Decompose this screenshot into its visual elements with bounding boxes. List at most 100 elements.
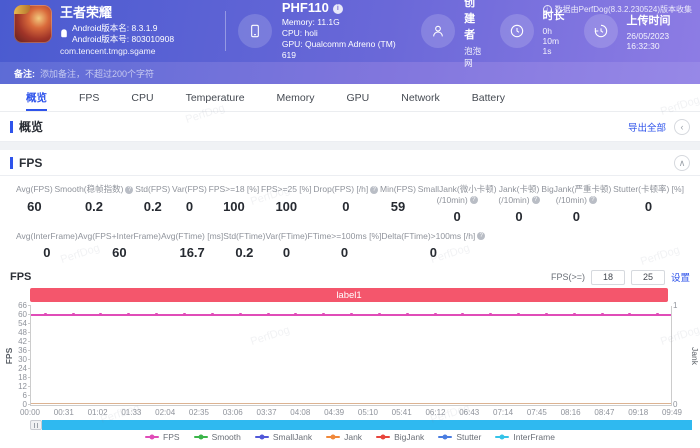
scrollbar-track[interactable] xyxy=(42,420,692,431)
x-tick: 00:00 xyxy=(19,408,41,418)
info-icon: i xyxy=(542,5,552,14)
stat-value: 0.2 xyxy=(84,199,104,214)
fps-threshold-inputs xyxy=(590,269,665,285)
stat-info-icon[interactable]: ? xyxy=(477,231,486,240)
y-tick: 54 xyxy=(3,319,31,328)
x-tick: 05:41 xyxy=(391,408,412,418)
y-tick: 48 xyxy=(3,328,31,337)
tab-CPU[interactable]: CPU xyxy=(115,84,169,111)
chart-annotation-band[interactable]: label1 xyxy=(30,288,668,303)
legend-item-InterFrame[interactable]: InterFrame xyxy=(495,432,555,442)
legend-item-Stutter[interactable]: Stutter xyxy=(438,432,481,442)
overview-title: 概览 xyxy=(19,120,44,134)
tab-Battery[interactable]: Battery xyxy=(456,84,521,111)
device-model: PHF110 xyxy=(281,0,329,16)
stat-Avg(FPS): Avg(FPS) 60 xyxy=(16,184,53,214)
creator-card: 创建者 泡泡网 xyxy=(421,0,485,69)
stat-FPS>=18 [%]: FPS>=18 [%] 100 xyxy=(208,184,260,214)
device-info-icon[interactable]: i xyxy=(332,3,343,14)
fps-stats-row-2: Avg(InterFrame) 0 Avg(FPS+InterFrame) 60 Avg… xyxy=(0,228,486,264)
scrollbar-handle[interactable] xyxy=(30,420,42,431)
game-app-icon xyxy=(14,4,52,43)
stat-Avg(InterFrame): Avg(InterFrame) 0 xyxy=(16,230,78,261)
x-tick: 09:18 xyxy=(628,408,649,418)
legend-item-Jank[interactable]: Jank xyxy=(326,432,362,442)
legend-marker xyxy=(193,434,208,440)
tab-Network[interactable]: Network xyxy=(385,84,456,111)
export-all-link[interactable]: 导出全部 xyxy=(628,120,666,134)
stat-value: 0 xyxy=(342,199,350,214)
x-tick: 00:31 xyxy=(53,408,74,418)
fps-threshold-label: FPS(>=) xyxy=(550,272,585,283)
stat-value: 0 xyxy=(515,209,523,225)
threshold-apply-link[interactable]: 设置 xyxy=(671,270,690,284)
tab-GPU[interactable]: GPU xyxy=(330,84,385,111)
device-gpu: GPU: Qualcomm Adreno (TM) 619 xyxy=(281,39,396,61)
legend-marker xyxy=(376,434,391,440)
annotation-band-label: label1 xyxy=(336,289,362,301)
stat-value: 0 xyxy=(429,245,437,261)
legend-item-Smooth[interactable]: Smooth xyxy=(193,432,241,442)
panel-collapse-left-button[interactable]: ‹ xyxy=(674,118,690,135)
legend-item-FPS[interactable]: FPS xyxy=(145,432,180,442)
x-tick: 04:39 xyxy=(324,408,345,418)
tab-概览[interactable]: 概览 xyxy=(10,84,63,111)
stat-Delta(FTime)>100ms [/h]: Delta(FTime)>100ms [/h]? 0 xyxy=(381,230,486,261)
stat-info-icon[interactable]: ? xyxy=(531,195,540,204)
app-package: com.tencent.tmgp.sgame xyxy=(60,46,156,57)
x-tick: 02:04 xyxy=(155,408,176,418)
app-version-name: Android版本名: 8.3.1.9 xyxy=(72,23,158,34)
stat-BigJank(严重卡顿): BigJank(严重卡顿) (/10min)? 0 xyxy=(541,184,612,225)
tab-Temperature[interactable]: Temperature xyxy=(170,84,261,111)
x-tick: 01:02 xyxy=(87,408,108,418)
legend-marker xyxy=(495,434,510,440)
perfdog-watermark: PerfDog xyxy=(639,244,682,268)
stat-value: 0 xyxy=(282,245,291,261)
stat-value: 0 xyxy=(43,245,51,261)
legend-item-BigJank[interactable]: BigJank xyxy=(376,432,424,442)
fps-stats-row-1: Avg(FPS) 60 Smooth(稳帧指数)? 0.2 Std(FPS) 0.2 Var… xyxy=(0,176,700,228)
y2-axis-title: Jank xyxy=(690,346,700,365)
stat-Std(FPS): Std(FPS) 0.2 xyxy=(135,184,171,214)
collector-version-note: i 数据由PerfDog(8.3.2.230524)版本收集 xyxy=(542,4,692,15)
stat-value: 0 xyxy=(340,245,349,261)
fps-collapse-button[interactable]: ∧ xyxy=(674,154,690,171)
y-tick: 60 xyxy=(3,310,31,319)
x-tick: 04:08 xyxy=(290,408,311,418)
stat-info-icon[interactable]: ? xyxy=(370,185,379,194)
y-tick: 6 xyxy=(3,391,31,400)
android-icon xyxy=(60,29,68,38)
legend-item-SmallJank[interactable]: SmallJank xyxy=(254,432,312,442)
fps-threshold-input-2[interactable] xyxy=(630,269,665,285)
stat-Var(FPS): Var(FPS) 0 xyxy=(172,184,207,214)
x-tick: 09:49 xyxy=(661,408,683,418)
y-tick: 42 xyxy=(3,337,31,346)
x-tick: 01:33 xyxy=(121,408,142,418)
clock-icon xyxy=(499,14,534,48)
tab-Memory[interactable]: Memory xyxy=(261,84,331,111)
stat-Avg(FPS+InterFrame): Avg(FPS+InterFrame) 60 xyxy=(77,230,161,261)
stat-Min(FPS): Min(FPS) 59 xyxy=(380,184,416,214)
stat-info-icon[interactable]: ? xyxy=(588,195,597,204)
tab-FPS[interactable]: FPS xyxy=(63,84,115,111)
x-tick: 06:12 xyxy=(425,408,446,418)
fps-chart-plot[interactable]: FPS Jank 0 6 12 18 24 30 36 42 48 54 60 66 0 1 xyxy=(4,301,700,409)
creator-value: 泡泡网 xyxy=(464,45,482,68)
fps-section-header: FPS ∧ xyxy=(0,150,700,176)
stat-value: 100 xyxy=(275,199,298,214)
upload-time-card: 上传时间 26/05/2023 16:32:30 xyxy=(583,12,686,51)
stat-Std(FTime): Std(FTime) 0.2 xyxy=(223,230,266,261)
stat-Jank(卡顿): Jank(卡顿) (/10min)? 0 xyxy=(498,184,540,225)
overview-section-header: 概览 导出全部 ‹ xyxy=(0,112,700,142)
x-tick: 07:14 xyxy=(493,408,514,418)
stat-info-icon[interactable]: ? xyxy=(469,195,478,204)
y-tick: 18 xyxy=(3,373,31,382)
user-icon xyxy=(421,14,456,48)
stat-info-icon[interactable]: ? xyxy=(125,185,134,194)
stat-SmallJank(微小卡顿): SmallJank(微小卡顿) (/10min)? 0 xyxy=(417,184,497,225)
zero-value-series-line xyxy=(31,403,671,405)
y-tick: 24 xyxy=(3,364,31,373)
stat-Drop(FPS) [/h]: Drop(FPS) [/h]? 0 xyxy=(313,184,379,224)
fps-threshold-input-1[interactable] xyxy=(590,269,625,285)
note-input-bar[interactable]: 备注: 添加备注，不超过200个字符 xyxy=(0,62,700,84)
